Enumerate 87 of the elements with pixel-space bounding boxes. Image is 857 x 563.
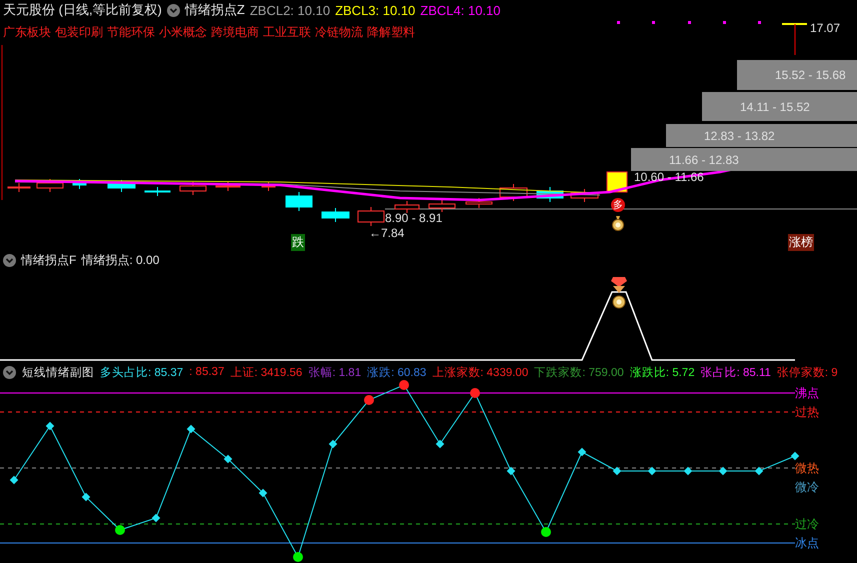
data-point: [648, 466, 656, 476]
candlestick: [216, 182, 240, 192]
candlestick: [536, 186, 564, 202]
candlestick: [606, 172, 628, 192]
indicator-value: ZBCL3: 10.10: [335, 2, 416, 18]
level-label: 过冷: [795, 516, 819, 533]
price-range-block: 14.11 - 15.52: [702, 92, 857, 121]
candlestick: [262, 182, 276, 192]
data-point: [436, 440, 444, 448]
data-point: [224, 454, 232, 464]
candlestick: [428, 200, 456, 212]
data-point: [754, 466, 764, 476]
signal-point: [399, 380, 409, 390]
data-point: [258, 488, 268, 498]
indicator-reading: 情绪拐点: 0.00: [81, 252, 160, 268]
indicator-value: ZBCL4: 10.10: [420, 2, 500, 18]
concept-tag[interactable]: 跨境电商: [211, 24, 259, 40]
indicator-name: 情绪拐点Z: [184, 1, 245, 19]
concept-tag[interactable]: 节能环保: [107, 24, 155, 40]
market-stat: 张占比: 85.11: [700, 366, 771, 380]
data-point: [578, 448, 586, 456]
signal-point: [293, 552, 303, 562]
candlestick: [500, 184, 528, 202]
candlestick: [394, 200, 420, 214]
candlestick: [322, 208, 350, 222]
signal-point: [364, 395, 374, 405]
signal-label: 跌: [291, 234, 305, 251]
data-point: [82, 492, 90, 502]
market-stat: 上证: 3419.56: [230, 366, 302, 380]
concept-tag[interactable]: 降解塑料: [367, 24, 415, 40]
high-price-label: 17.07: [810, 21, 840, 35]
price-range-block: 12.83 - 13.82: [666, 124, 857, 147]
low-price-label: ←7.84: [369, 226, 404, 240]
level-label: 微冷: [795, 479, 819, 496]
indicator-value: ZBCL2: 10.10: [250, 2, 330, 18]
data-point: [46, 422, 54, 430]
data-point: [10, 476, 18, 484]
signal-point: [470, 388, 480, 398]
candlestick: [8, 182, 30, 192]
level-label: 冰点: [795, 535, 819, 552]
data-point: [506, 466, 516, 476]
market-stat: 下跌家数: 759.00: [534, 365, 624, 380]
data-point: [152, 514, 160, 522]
concept-tag[interactable]: 广东板块: [3, 24, 51, 40]
candlestick: [72, 178, 86, 190]
price-range-block: 15.52 - 15.68: [737, 60, 857, 90]
level-label: 过热: [795, 404, 819, 421]
high-price-marker: [782, 23, 807, 56]
market-stat: 涨跌: 60.83: [367, 366, 426, 380]
data-point: [718, 466, 728, 476]
level-label: 微热: [795, 460, 819, 477]
concept-tag[interactable]: 包装印刷: [55, 24, 103, 40]
data-point: [612, 466, 622, 476]
market-stat: : 85.37: [189, 366, 224, 378]
price-range-block: 11.66 - 12.83: [631, 148, 857, 171]
price-range-label: 8.90 - 8.91: [385, 211, 442, 225]
candlestick: [466, 198, 492, 208]
market-stat: 多头占比: 85.37: [100, 366, 184, 380]
panel-title: 短线情绪副图: [22, 366, 94, 380]
concept-tag[interactable]: 冷链物流: [315, 24, 363, 40]
concept-tag[interactable]: 小米概念: [159, 24, 207, 40]
stock-title: 天元股份 (日线,等比前复权): [3, 1, 162, 19]
data-point: [186, 424, 196, 434]
market-stat: 涨跌比: 5.72: [630, 366, 695, 380]
data-point: [328, 440, 338, 448]
concept-tag[interactable]: 工业互联: [263, 24, 311, 40]
candlestick: [36, 178, 64, 192]
candlestick: [108, 180, 136, 192]
market-stat: 张幅: 1.81: [308, 366, 362, 380]
signal-point: [541, 527, 551, 537]
data-point: [790, 452, 800, 460]
market-stat: 张停家数: 9: [776, 365, 838, 380]
panel-title: 情绪拐点F: [21, 252, 76, 268]
chevron-down-icon[interactable]: [3, 254, 16, 266]
chevron-down-icon[interactable]: [166, 4, 180, 16]
candlestick: [286, 192, 312, 212]
candlestick: [180, 182, 206, 196]
market-stat: 上涨家数: 4339.00: [432, 365, 528, 380]
data-point: [684, 466, 692, 476]
candlestick: [570, 188, 598, 202]
chevron-down-icon[interactable]: [3, 366, 16, 378]
candlestick: [144, 186, 170, 196]
buy-signal-badge: 多: [611, 198, 625, 212]
signal-point: [115, 525, 125, 535]
level-label: 沸点: [795, 385, 819, 402]
candlestick: [358, 206, 384, 226]
signal-label: 涨榜: [788, 234, 814, 251]
